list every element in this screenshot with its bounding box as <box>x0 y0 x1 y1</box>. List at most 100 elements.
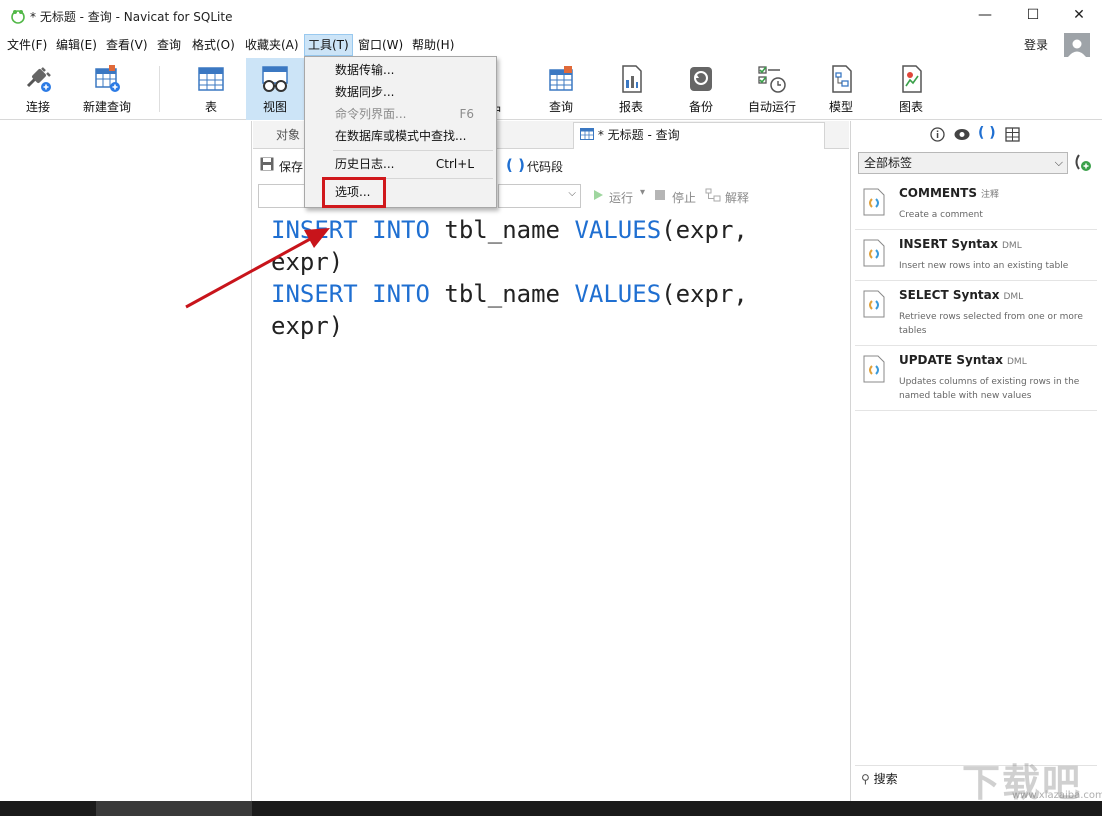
snippet-item[interactable]: INSERT Syntax DML Insert new rows into an… <box>855 231 1097 281</box>
options-highlight-box <box>322 177 386 208</box>
toolbar-view-label: 视图 <box>262 100 287 114</box>
toolbar-new-query-label: 新建查询 <box>82 100 131 114</box>
toolbar-chart-button[interactable]: 图表 <box>886 58 936 120</box>
code-snippet-icon: ( ) <box>506 156 525 174</box>
toolbar-report-button[interactable]: 报表 <box>606 58 656 120</box>
main-toolbar: 连接 新建查询 表 视图 户 <box>0 58 1102 120</box>
explain-icon <box>705 188 721 202</box>
snippet-title: SELECT Syntax DML <box>899 288 1024 302</box>
snippet-file-icon <box>863 239 885 267</box>
snippet-braces-icon[interactable]: ( ) <box>978 125 996 141</box>
schedule-icon <box>758 66 786 93</box>
new-query-icon <box>95 65 120 92</box>
search-placeholder: 搜索 <box>873 772 898 786</box>
menu-file[interactable]: 文件(F) <box>4 34 50 56</box>
plug-icon <box>26 67 51 92</box>
query-icon <box>549 66 573 91</box>
menu-separator <box>333 150 493 151</box>
schema-combo[interactable]: ⌵ <box>498 184 581 208</box>
menu-item-data-sync[interactable]: 数据同步... <box>305 81 496 103</box>
toolbar-schedule-label: 自动运行 <box>747 100 796 114</box>
tab-query[interactable]: * 无标题 - 查询 <box>573 122 825 149</box>
query-tab-label: * 无标题 - 查询 <box>597 128 680 142</box>
login-link[interactable]: 登录 <box>1024 36 1048 53</box>
toolbar-query-label: 查询 <box>548 100 573 114</box>
run-dropdown-icon[interactable]: ▾ <box>640 187 645 198</box>
maximize-button[interactable]: ☐ <box>1010 0 1056 30</box>
sql-editor[interactable]: INSERT INTO tbl_name VALUES(expr, expr) … <box>253 212 849 801</box>
search-icon: ⚲ <box>861 772 870 786</box>
menu-format[interactable]: 格式(O) <box>189 34 238 56</box>
close-button[interactable]: ✕ <box>1056 0 1102 30</box>
snippet-title: INSERT Syntax DML <box>899 237 1022 251</box>
info-icon[interactable] <box>930 127 945 142</box>
avatar[interactable] <box>1064 33 1090 57</box>
annotation-arrow <box>185 228 330 309</box>
add-snippet-icon[interactable] <box>1072 152 1092 172</box>
menu-window[interactable]: 窗口(W) <box>355 34 406 56</box>
chevron-down-icon: ⌵ <box>568 188 576 199</box>
menu-item-console[interactable]: 命令列界面... F6 <box>305 103 496 125</box>
menu-tools[interactable]: 工具(T) <box>304 34 353 56</box>
snippet-file-icon <box>863 188 885 216</box>
snippet-description: Insert new rows into an existing table <box>899 261 1069 271</box>
chevron-down-icon: ⌵ <box>1054 156 1063 169</box>
snippet-title: UPDATE Syntax DML <box>899 353 1027 367</box>
menu-item-find-in-database[interactable]: 在数据库或模式中查找... <box>305 125 496 147</box>
code-snippet-button[interactable]: 代码段 <box>527 158 563 175</box>
toolbar-query-button[interactable]: 查询 <box>536 58 586 120</box>
run-button[interactable]: 运行 <box>609 189 633 206</box>
snippet-file-icon <box>863 355 885 383</box>
toolbar-table-button[interactable]: 表 <box>186 58 236 120</box>
toolbar-backup-button[interactable]: 备份 <box>676 58 726 120</box>
toolbar-view-button[interactable]: 视图 <box>246 58 304 120</box>
code-line: expr) <box>271 248 344 276</box>
toolbar-backup-label: 备份 <box>688 100 713 114</box>
tag-filter-select[interactable]: 全部标签 ⌵ <box>858 152 1068 174</box>
menu-view[interactable]: 查看(V) <box>103 34 151 56</box>
database-combo[interactable] <box>258 184 310 208</box>
toolbar-new-query-button[interactable]: 新建查询 <box>78 58 136 120</box>
panel-icon-bar: ( ) <box>928 125 1028 144</box>
taskbar-window-tile[interactable] <box>96 801 252 816</box>
toolbar-separator <box>159 66 160 112</box>
menu-help[interactable]: 帮助(H) <box>409 34 457 56</box>
snippet-item[interactable]: UPDATE Syntax DML Updates columns of exis… <box>855 347 1097 411</box>
toolbar-schedule-button[interactable]: 自动运行 <box>744 58 800 120</box>
run-icon <box>594 190 603 200</box>
menu-item-history-log[interactable]: 历史日志... Ctrl+L <box>305 153 496 175</box>
menu-favorites[interactable]: 收藏夹(A) <box>242 34 302 56</box>
tag-filter-value: 全部标签 <box>864 156 913 170</box>
snippet-item[interactable]: COMMENTS 注释 Create a comment <box>855 180 1097 230</box>
toolbar-connect-label: 连接 <box>25 100 50 114</box>
toolbar-connect-button[interactable]: 连接 <box>12 58 64 120</box>
explain-button[interactable]: 解释 <box>725 189 749 206</box>
menu-query[interactable]: 查询 <box>154 34 184 56</box>
user-avatar-icon <box>1068 39 1086 57</box>
grid-view-icon[interactable] <box>1005 127 1020 142</box>
menu-item-data-transfer[interactable]: 数据传输... <box>305 59 496 81</box>
toolbar-chart-label: 图表 <box>898 100 923 114</box>
stop-button[interactable]: 停止 <box>672 189 696 206</box>
minimize-button[interactable]: — <box>962 0 1008 30</box>
toolbar-report-label: 报表 <box>618 100 643 114</box>
watermark-url: www.xiazaiba.com <box>1012 790 1102 801</box>
navicat-logo-icon <box>11 10 25 24</box>
table-icon <box>198 67 224 91</box>
menu-edit[interactable]: 编辑(E) <box>53 34 100 56</box>
stop-icon <box>655 190 665 200</box>
menu-bar: 文件(F) 编辑(E) 查看(V) 查询 格式(O) 收藏夹(A) 工具(T) … <box>0 34 1102 56</box>
snippet-description: Updates columns of existing rows in the … <box>899 377 1080 401</box>
query-tab-icon <box>580 128 594 140</box>
save-button[interactable]: 保存 <box>279 158 303 175</box>
snippet-item[interactable]: SELECT Syntax DML Retrieve rows selected … <box>855 282 1097 346</box>
report-icon <box>622 65 642 93</box>
toolbar-model-button[interactable]: 模型 <box>816 58 866 120</box>
code-line: INSERT INTO tbl_name VALUES(expr, <box>271 280 748 308</box>
snippet-description: Retrieve rows selected from one or more … <box>899 312 1083 336</box>
view-icon <box>262 66 288 92</box>
snippet-description: Create a comment <box>899 210 983 220</box>
preview-eye-icon[interactable] <box>954 127 970 142</box>
backup-icon <box>690 67 712 91</box>
model-icon <box>832 65 852 93</box>
